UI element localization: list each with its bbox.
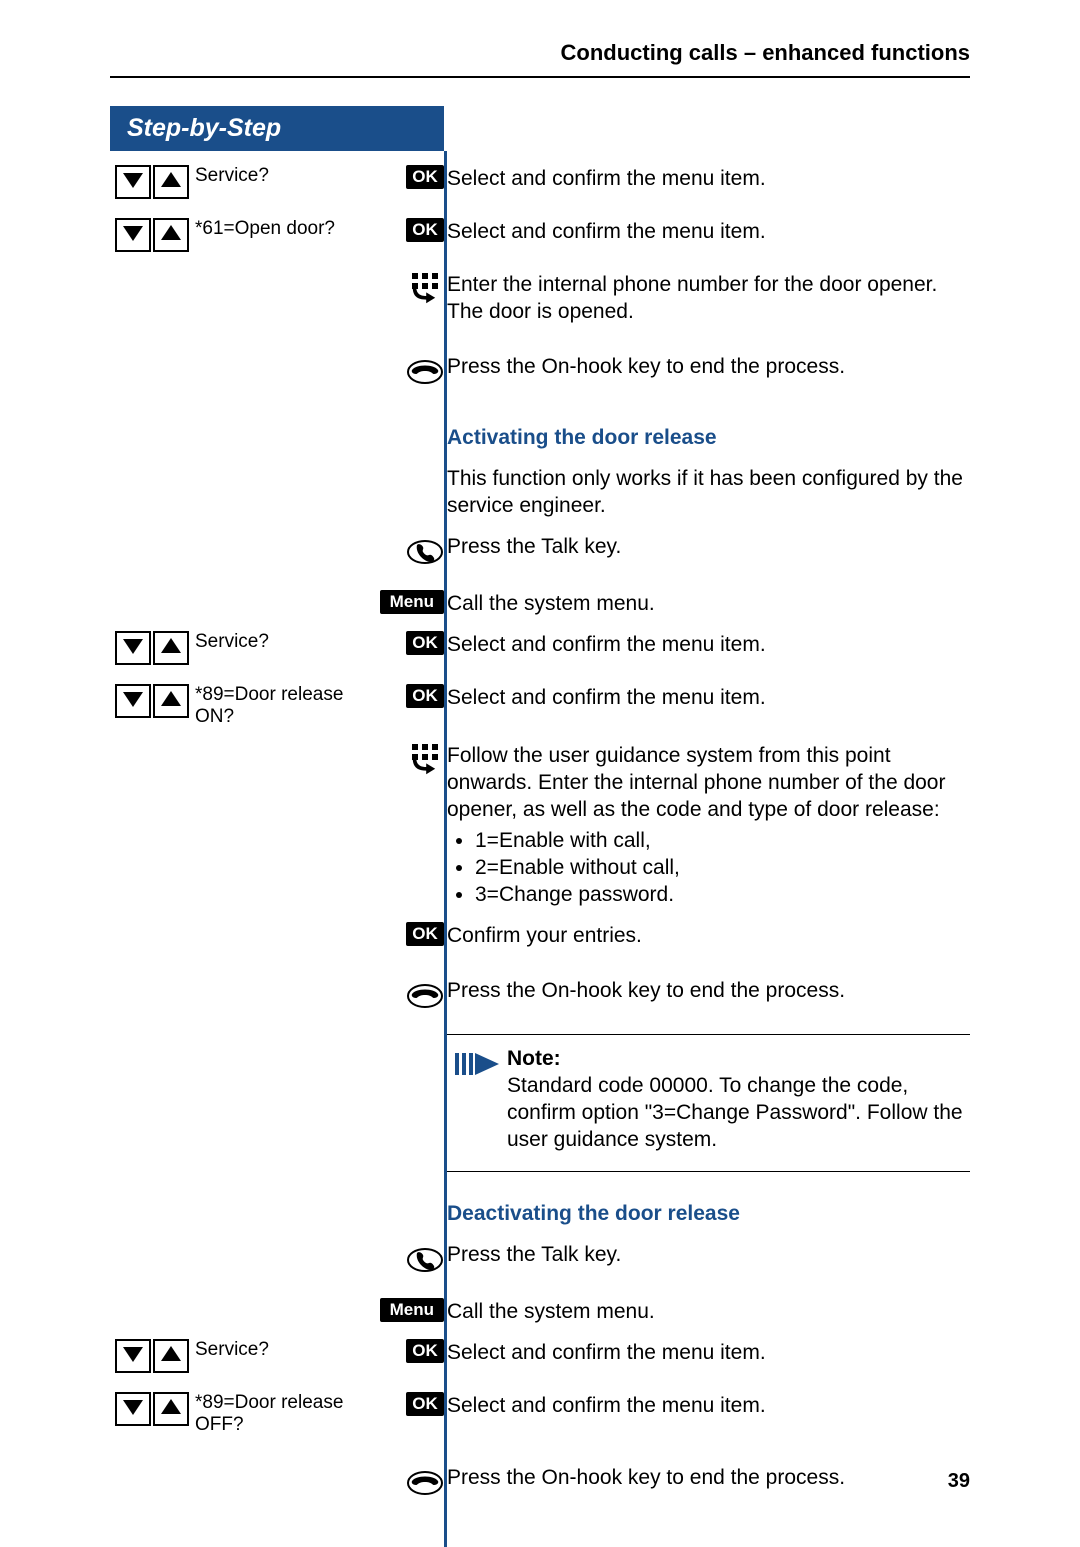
- instruction-text: Select and confirm the menu item.: [447, 165, 970, 204]
- keypad-icon: [408, 765, 444, 782]
- instruction-table: Service? OK Select and confirm the menu …: [110, 151, 970, 1547]
- running-header: Conducting calls – enhanced functions: [110, 40, 970, 78]
- step-row: Press the On-hook key to end the process…: [110, 353, 970, 396]
- ok-badge: OK: [406, 684, 444, 708]
- note-row: Note: Standard code 00000. To change the…: [110, 1034, 970, 1172]
- step-row: *89=Door release ON? OK Select and confi…: [110, 684, 970, 728]
- section-title: Activating the door release: [447, 426, 717, 449]
- step-row: Press the Talk key.: [110, 533, 970, 576]
- ok-badge: OK: [406, 218, 444, 242]
- ok-badge: OK: [406, 1339, 444, 1363]
- section-heading-row: Deactivating the door release: [110, 1200, 970, 1227]
- instruction-text: Press the On-hook key to end the process…: [447, 977, 970, 1020]
- step-row: Press the Talk key.: [110, 1241, 970, 1284]
- option-item: 3=Change password.: [475, 881, 970, 908]
- menu-item-label: Service?: [195, 1339, 355, 1378]
- on-hook-key-icon: [406, 1489, 444, 1506]
- step-by-step-header: Step-by-Step: [110, 106, 444, 151]
- on-hook-key-icon: [406, 378, 444, 395]
- ok-badge: OK: [406, 922, 444, 946]
- up-down-arrows-icon: [115, 239, 191, 256]
- step-row: Menu Call the system menu.: [110, 590, 970, 617]
- section-title: Deactivating the door release: [447, 1202, 740, 1225]
- menu-item-label: Service?: [195, 631, 355, 670]
- instruction-text: Press the On-hook key to end the process…: [447, 1464, 970, 1507]
- option-item: 1=Enable with call,: [475, 827, 970, 854]
- instruction-text: Confirm your entries.: [447, 922, 970, 949]
- menu-item-label: *89=Door release OFF?: [195, 1392, 355, 1436]
- step-row: Service? OK Select and confirm the menu …: [110, 165, 970, 204]
- step-row: Enter the internal phone number for the …: [110, 271, 970, 325]
- note-icon: [447, 1045, 507, 1153]
- options-list: 1=Enable with call, 2=Enable without cal…: [447, 827, 970, 908]
- instruction-text: Select and confirm the menu item.: [447, 1392, 970, 1436]
- instruction-text: Press the Talk key.: [447, 533, 970, 576]
- menu-item-label: *61=Open door?: [195, 218, 355, 257]
- step-row: Menu Call the system menu.: [110, 1298, 970, 1325]
- talk-key-icon: [406, 558, 444, 575]
- note-body: Standard code 00000. To change the code,…: [507, 1072, 970, 1153]
- instruction-text: Select and confirm the menu item.: [447, 218, 970, 257]
- up-down-arrows-icon: [115, 705, 191, 722]
- instruction-text: Select and confirm the menu item.: [447, 631, 970, 670]
- up-down-arrows-icon: [115, 1413, 191, 1430]
- menu-badge: Menu: [380, 590, 444, 614]
- talk-key-icon: [406, 1266, 444, 1283]
- up-down-arrows-icon: [115, 1360, 191, 1377]
- note-label: Note:: [507, 1045, 970, 1072]
- step-row: Press the On-hook key to end the process…: [110, 1464, 970, 1507]
- menu-badge: Menu: [380, 1298, 444, 1322]
- instruction-text: Select and confirm the menu item.: [447, 1339, 970, 1378]
- on-hook-key-icon: [406, 1002, 444, 1019]
- section-heading-row: Activating the door release: [110, 424, 970, 451]
- instruction-text: Enter the internal phone number for the …: [447, 271, 970, 325]
- menu-item-label: *89=Door release ON?: [195, 684, 355, 728]
- up-down-arrows-icon: [115, 652, 191, 669]
- step-row: Service? OK Select and confirm the menu …: [110, 1339, 970, 1378]
- instruction-text: This function only works if it has been …: [447, 465, 970, 519]
- up-down-arrows-icon: [115, 186, 191, 203]
- step-row: Follow the user guidance system from thi…: [110, 742, 970, 908]
- instruction-text: Press the Talk key.: [447, 1241, 970, 1284]
- ok-badge: OK: [406, 631, 444, 655]
- step-row: Service? OK Select and confirm the menu …: [110, 631, 970, 670]
- page-number: 39: [948, 1470, 970, 1493]
- ok-badge: OK: [406, 1392, 444, 1416]
- step-row: *89=Door release OFF? OK Select and conf…: [110, 1392, 970, 1436]
- menu-item-label: Service?: [195, 165, 355, 204]
- option-item: 2=Enable without call,: [475, 854, 970, 881]
- instruction-text: Press the On-hook key to end the process…: [447, 353, 970, 396]
- instruction-text: Select and confirm the menu item.: [447, 684, 970, 728]
- ok-badge: OK: [406, 165, 444, 189]
- instruction-text: Follow the user guidance system from thi…: [447, 742, 970, 908]
- step-row: Press the On-hook key to end the process…: [110, 977, 970, 1020]
- note-box: Note: Standard code 00000. To change the…: [447, 1034, 970, 1172]
- step-row: This function only works if it has been …: [110, 465, 970, 519]
- manual-page: Conducting calls – enhanced functions St…: [0, 0, 1080, 1529]
- instruction-text: Call the system menu.: [447, 1298, 970, 1325]
- step-row: OK Confirm your entries.: [110, 922, 970, 949]
- step-row: *61=Open door? OK Select and confirm the…: [110, 218, 970, 257]
- instruction-text: Call the system menu.: [447, 590, 970, 617]
- keypad-icon: [408, 294, 444, 311]
